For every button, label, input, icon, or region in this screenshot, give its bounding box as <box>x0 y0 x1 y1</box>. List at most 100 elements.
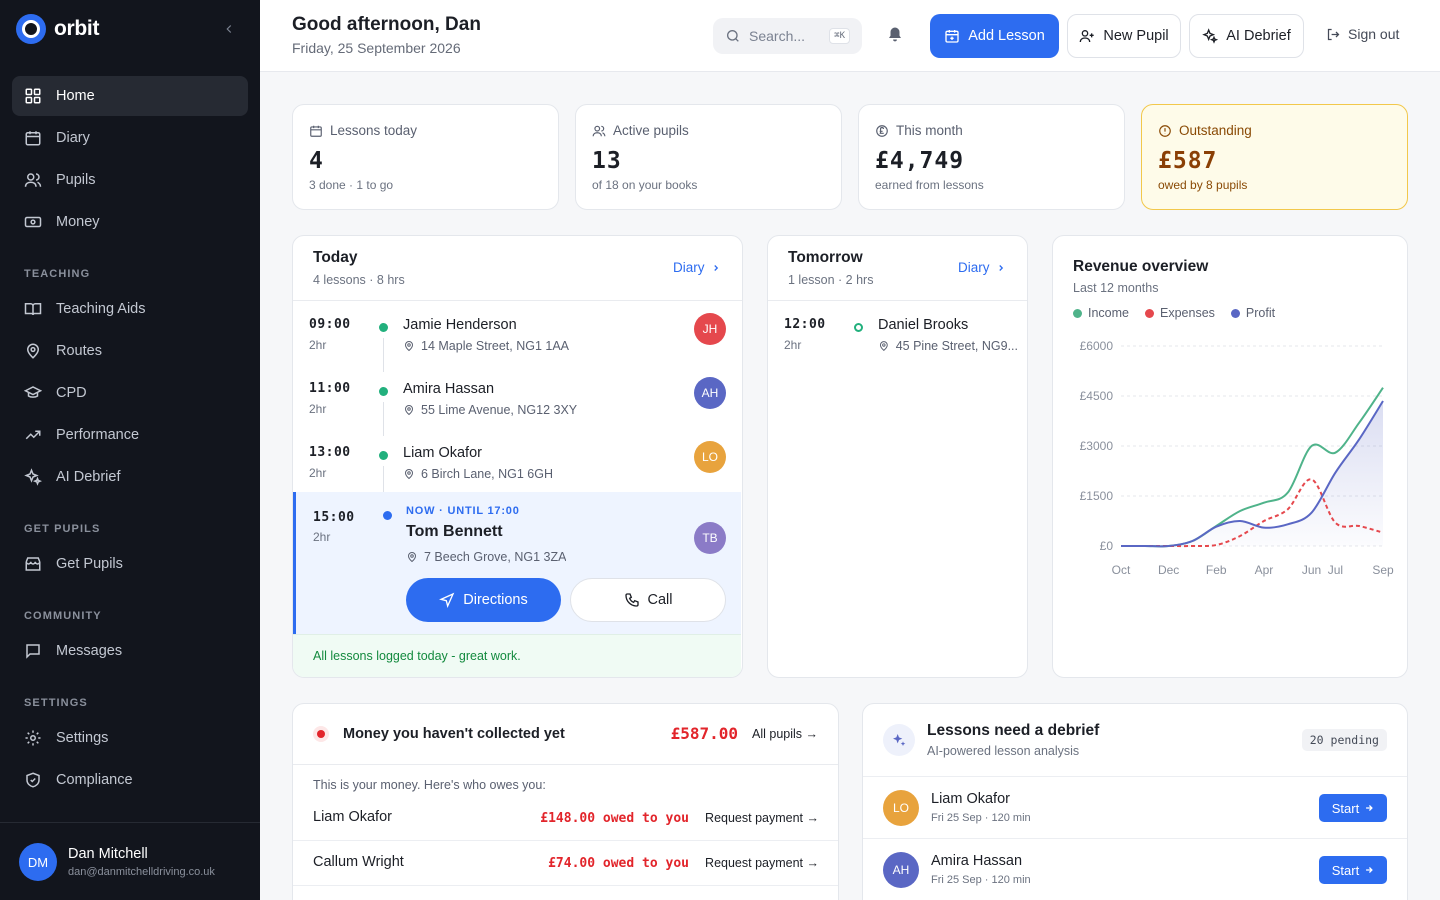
lesson-row[interactable]: 11:00 2hr Amira Hassan 55 Lime Avenue, N… <box>293 377 741 445</box>
add-lesson-label: Add Lesson <box>968 28 1045 44</box>
sidebar-item-pupils[interactable]: Pupils <box>12 160 248 200</box>
new-pupil-button[interactable]: New Pupil <box>1067 14 1181 58</box>
stat-label: Outstanding <box>1179 123 1252 138</box>
collapse-sidebar-icon[interactable] <box>222 22 236 36</box>
search-placeholder: Search... <box>749 28 806 44</box>
search-input[interactable]: Search... ⌘K <box>713 18 862 54</box>
diary-link-label: Diary <box>958 260 990 275</box>
avatar: JH <box>694 313 726 345</box>
sidebar-item-diary[interactable]: Diary <box>12 118 248 158</box>
all-pupils-link[interactable]: All pupils → <box>752 727 818 741</box>
chevron-right-icon <box>998 264 1003 271</box>
sidebar-item-cpd[interactable]: CPD <box>12 373 248 413</box>
sidebar-item-settings[interactable]: Settings <box>12 718 248 758</box>
divider <box>293 764 838 765</box>
start-debrief-button[interactable]: Start <box>1319 856 1387 884</box>
sidebar-item-label: Compliance <box>56 772 133 788</box>
pupil-name: Liam Okafor <box>403 445 482 461</box>
gear-icon <box>25 730 41 746</box>
today-diary-link[interactable]: Diary <box>673 260 721 275</box>
lesson-row[interactable]: 12:00 2hr Daniel Brooks 45 Pine Street, … <box>768 317 1027 381</box>
avatar: AH <box>694 377 726 409</box>
start-debrief-button[interactable]: Start <box>1319 794 1387 822</box>
stat-value: 13 <box>592 148 622 174</box>
chart-legend: Income Expenses Profit <box>1073 306 1275 320</box>
lesson-time: 13:00 <box>309 445 351 460</box>
pupil-name: Jamie Henderson <box>403 317 517 333</box>
map-pin-icon <box>879 341 888 352</box>
directions-button[interactable]: Directions <box>406 578 561 622</box>
list-item[interactable]: AH Amira Hassan Fri 25 Sep · 120 min Sta… <box>863 838 1407 900</box>
calendar-icon <box>310 125 322 137</box>
address-text: 55 Lime Avenue, NG12 3XY <box>421 403 578 417</box>
timeline-line <box>383 402 384 436</box>
avatar: TB <box>694 522 726 554</box>
alert-dot-icon <box>313 726 329 742</box>
diary-link-label: Diary <box>673 260 705 275</box>
lesson-duration: 2hr <box>309 402 327 416</box>
legend-item-expenses[interactable]: Expenses <box>1145 306 1215 320</box>
y-tick-label: £0 <box>1100 539 1114 553</box>
sidebar-item-ai-debrief[interactable]: AI Debrief <box>12 457 248 497</box>
sidebar-item-label: Diary <box>56 130 90 146</box>
sidebar-item-get-pupils[interactable]: Get Pupils <box>12 544 248 584</box>
stat-sub: earned from lessons <box>875 178 984 192</box>
stat-sub: owed by 8 pupils <box>1158 178 1248 192</box>
request-payment-button[interactable]: Request payment → <box>705 811 819 825</box>
ai-debrief-label: AI Debrief <box>1226 28 1291 44</box>
sign-out-button[interactable]: Sign out <box>1326 26 1399 42</box>
nav-section-teaching: TEACHING <box>24 268 91 280</box>
user-profile[interactable]: DM Dan Mitchell dan@danmitchelldriving.c… <box>0 822 260 900</box>
stat-sub: of 18 on your books <box>592 178 698 192</box>
user-name: Dan Mitchell <box>68 846 148 862</box>
lesson-row[interactable]: 09:00 2hr Jamie Henderson 14 Maple Stree… <box>293 313 741 381</box>
stat-card-outstanding[interactable]: Outstanding £587 owed by 8 pupils <box>1141 104 1408 210</box>
sidebar-item-label: Messages <box>56 643 123 659</box>
sidebar: orbit Home Diary Pupils Money TEACHING T… <box>0 0 260 900</box>
sidebar-item-teaching-aids[interactable]: Teaching Aids <box>12 289 248 329</box>
directions-label: Directions <box>463 592 528 608</box>
lesson-address: 14 Maple Street, NG1 1AA <box>403 339 569 353</box>
avatar: LO <box>694 441 726 473</box>
pound-coin-icon <box>876 124 888 137</box>
nav-section-settings: SETTINGS <box>24 697 88 709</box>
list-item[interactable]: LO Liam Okafor Fri 25 Sep · 120 min Star… <box>863 776 1407 838</box>
uncollected-money-panel: Money you haven't collected yet £587.00 … <box>292 703 839 900</box>
pupil-name: Amira Hassan <box>931 853 1023 869</box>
panel-title: Tomorrow <box>788 249 863 266</box>
x-tick-label: Feb <box>1206 563 1227 577</box>
lesson-duration: 2hr <box>313 530 331 544</box>
chevron-right-icon <box>713 264 718 271</box>
lesson-time: 12:00 <box>784 317 826 332</box>
new-pupil-label: New Pupil <box>1103 28 1169 44</box>
completed-dot <box>379 323 388 332</box>
user-email: dan@danmitchelldriving.co.uk <box>68 866 215 878</box>
sidebar-item-compliance[interactable]: Compliance <box>12 760 248 800</box>
lesson-address: 6 Birch Lane, NG1 6GH <box>403 467 553 481</box>
pending-badge: 20 pending <box>1301 729 1387 751</box>
trending-up-icon <box>25 430 41 440</box>
sidebar-item-performance[interactable]: Performance <box>12 415 248 455</box>
revenue-chart[interactable]: £0 £1500 £3000 £4500 £6000 Oct Dec Feb Apr Jun Jul… <box>1053 331 1408 591</box>
call-button[interactable]: Call <box>570 578 726 622</box>
sidebar-item-routes[interactable]: Routes <box>12 331 248 371</box>
stat-label: Active pupils <box>613 123 689 138</box>
owed-amount: £74.00 owed to you <box>548 856 689 871</box>
legend-item-profit[interactable]: Profit <box>1230 306 1275 320</box>
current-lesson[interactable]: 15:00 2hr NOW · UNTIL 17:00 Tom Bennett … <box>293 492 741 634</box>
request-payment-button[interactable]: Request payment → <box>705 856 819 870</box>
sidebar-item-messages[interactable]: Messages <box>12 631 248 671</box>
sidebar-item-money[interactable]: Money <box>12 202 248 242</box>
y-tick-label: £1500 <box>1080 489 1114 503</box>
sidebar-item-home[interactable]: Home <box>12 76 248 116</box>
legend-label: Income <box>1088 306 1129 320</box>
tomorrow-diary-link[interactable]: Diary <box>958 260 1006 275</box>
today-panel: Today 4 lessons · 8 hrs Diary 09:00 2hr … <box>292 235 743 678</box>
brand[interactable]: orbit <box>16 14 99 44</box>
legend-item-income[interactable]: Income <box>1073 306 1129 320</box>
panel-title: Today <box>313 249 358 266</box>
bell-icon[interactable] <box>886 26 904 44</box>
add-lesson-button[interactable]: Add Lesson <box>930 14 1059 58</box>
upcoming-dot <box>854 323 863 332</box>
ai-debrief-button[interactable]: AI Debrief <box>1189 14 1304 58</box>
